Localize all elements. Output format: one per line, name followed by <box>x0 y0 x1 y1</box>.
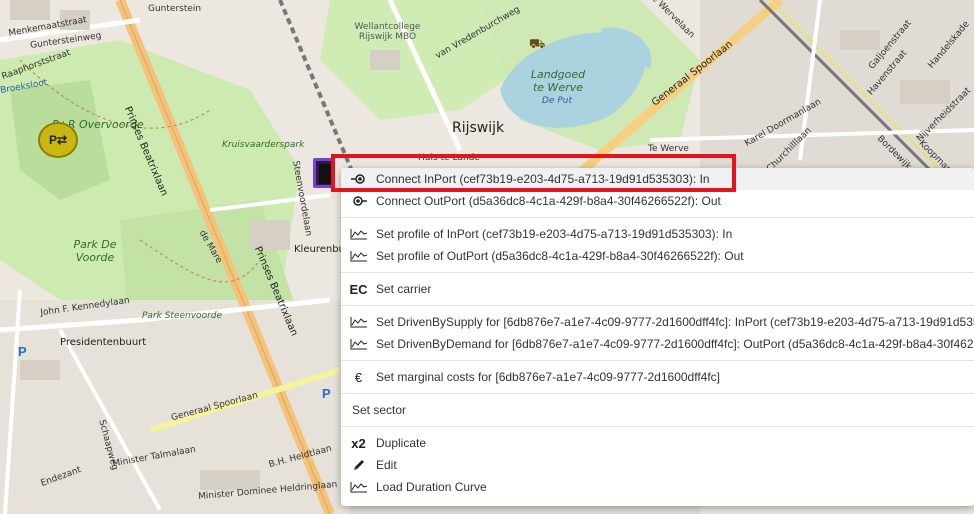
menu-item-label: Set DrivenBySupply for [6db876e7-a1e7-4c… <box>376 315 974 329</box>
context-menu: Connect InPort (cef73b19-e203-4d75-a713-… <box>341 168 974 506</box>
menu-item-profile-outport[interactable]: Set profile of OutPort (d5a36dc8-4c1a-42… <box>341 245 974 267</box>
map-label-park-de-voorde: Park De Voorde <box>73 238 117 264</box>
menu-item-label: Set profile of OutPort (d5a36dc8-4c1a-42… <box>376 249 744 263</box>
euro-icon: € <box>354 369 363 385</box>
map-label-rijswijk: Rijswijk <box>452 120 505 136</box>
menu-item-label: Set profile of InPort (cef73b19-e203-4d7… <box>376 227 733 241</box>
profile-icon <box>341 481 376 493</box>
menu-item-label: Load Duration Curve <box>376 480 487 494</box>
profile-icon <box>341 228 376 240</box>
profile-icon <box>341 316 376 328</box>
menu-item-label: Set marginal costs for [6db876e7-a1e7-4c… <box>376 370 721 384</box>
profile-icon <box>341 250 376 262</box>
map-label-de-put: De Put <box>542 96 572 106</box>
menu-item-edit[interactable]: Edit <box>341 454 974 476</box>
map-label-wellant: Wellantcollege Rijswijk MBO <box>354 22 421 42</box>
connect-icon <box>341 195 376 207</box>
menu-divider <box>341 272 974 273</box>
menu-item-marginal-costs[interactable]: € Set marginal costs for [6db876e7-a1e7-… <box>341 366 974 388</box>
menu-divider <box>341 360 974 361</box>
carrier-icon: EC <box>349 281 368 297</box>
menu-item-label: Connect OutPort (d5a36dc8-4c1a-429f-b8a4… <box>376 194 721 208</box>
menu-item-connect-outport[interactable]: Connect OutPort (d5a36dc8-4c1a-429f-b8a4… <box>341 190 974 212</box>
menu-item-label: Edit <box>376 458 397 472</box>
duplicate-icon: x2 <box>351 435 366 451</box>
menu-item-load-duration-curve[interactable]: Load Duration Curve <box>341 476 974 498</box>
menu-item-label: Set sector <box>352 403 407 417</box>
menu-item-label: Set carrier <box>376 282 432 296</box>
menu-divider <box>341 426 974 427</box>
parking-icon: P <box>322 386 331 401</box>
menu-divider <box>341 393 974 394</box>
map-label-te-werve: Te Werve <box>648 144 689 154</box>
pencil-icon <box>341 458 376 472</box>
parking-icon: P <box>18 344 27 359</box>
map-label-kleurenbuurt: Kleurenbu <box>294 244 345 255</box>
menu-item-set-carrier[interactable]: EC Set carrier <box>341 278 974 300</box>
menu-item-driven-by-supply[interactable]: Set DrivenBySupply for [6db876e7-a1e7-4c… <box>341 311 974 333</box>
menu-item-driven-by-demand[interactable]: Set DrivenByDemand for [6db876e7-a1e7-4c… <box>341 333 974 355</box>
menu-divider <box>341 305 974 306</box>
profile-icon <box>341 338 376 350</box>
map-label-park-steenvoorde: Park Steenvoorde <box>142 311 223 321</box>
menu-item-profile-inport[interactable]: Set profile of InPort (cef73b19-e203-4d7… <box>341 223 974 245</box>
park-and-ride-icon[interactable]: P⇄ <box>38 122 78 158</box>
map-label-landgoed: Landgoed te Werve <box>530 68 586 94</box>
menu-divider <box>341 217 974 218</box>
viewpoint-icon: ⛟ <box>529 36 546 51</box>
menu-item-set-sector[interactable]: Set sector <box>341 399 974 421</box>
highlight-box <box>331 154 736 192</box>
menu-item-duplicate[interactable]: x2 Duplicate <box>341 432 974 454</box>
map-label-kruisvaarderspark: Kruisvaarderspark <box>222 140 305 150</box>
map-label-presidentenbuurt: Presidentenbuurt <box>60 337 147 348</box>
menu-item-label: Duplicate <box>376 436 427 450</box>
map-label-gunterstein: Gunterstein <box>148 4 202 14</box>
menu-item-label: Set DrivenByDemand for [6db876e7-a1e7-4c… <box>376 337 974 351</box>
